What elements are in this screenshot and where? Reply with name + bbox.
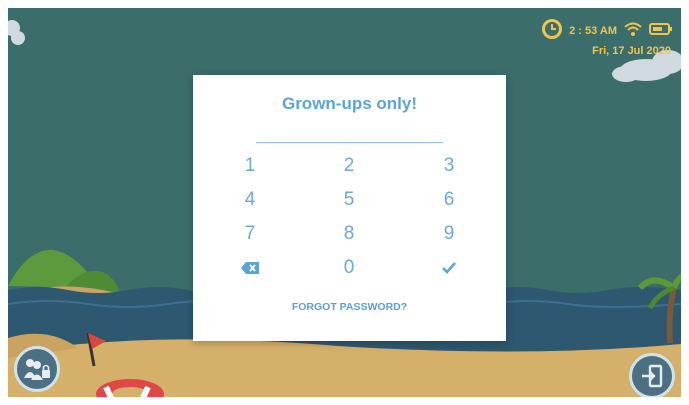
parental-pin-dialog: Grown-ups only! 1 2 3 4 5 6 7 8 9 0 FORG… bbox=[193, 75, 506, 341]
battery-icon bbox=[649, 22, 673, 39]
backspace-icon bbox=[241, 261, 259, 274]
wifi-icon bbox=[623, 21, 643, 40]
pin-input-line[interactable] bbox=[256, 142, 443, 143]
app-screen: 2 : 53 AM Fri, 17 Jul 2020 Grown-ups onl… bbox=[8, 8, 681, 397]
backspace-button[interactable] bbox=[230, 255, 270, 281]
status-bar: 2 : 53 AM bbox=[541, 18, 673, 43]
clock-icon bbox=[541, 18, 563, 43]
confirm-button[interactable] bbox=[429, 255, 469, 281]
exit-button[interactable] bbox=[629, 353, 675, 397]
parent-lock-button[interactable] bbox=[14, 346, 60, 392]
key-6[interactable]: 6 bbox=[429, 187, 469, 213]
parent-lock-icon bbox=[24, 359, 50, 380]
forgot-password-link[interactable]: FORGOT PASSWORD? bbox=[193, 301, 506, 313]
key-9[interactable]: 9 bbox=[429, 221, 469, 247]
key-7[interactable]: 7 bbox=[230, 221, 270, 247]
key-1[interactable]: 1 bbox=[230, 153, 270, 179]
dialog-title: Grown-ups only! bbox=[281, 94, 418, 113]
key-5[interactable]: 5 bbox=[329, 187, 369, 213]
key-8[interactable]: 8 bbox=[329, 221, 369, 247]
check-icon bbox=[442, 262, 456, 274]
status-date: Fri, 17 Jul 2020 bbox=[592, 45, 671, 57]
exit-icon bbox=[642, 364, 663, 388]
status-time: 2 : 53 AM bbox=[569, 24, 617, 37]
key-2[interactable]: 2 bbox=[329, 153, 369, 179]
key-3[interactable]: 3 bbox=[429, 153, 469, 179]
key-0[interactable]: 0 bbox=[329, 255, 369, 281]
key-4[interactable]: 4 bbox=[230, 187, 270, 213]
